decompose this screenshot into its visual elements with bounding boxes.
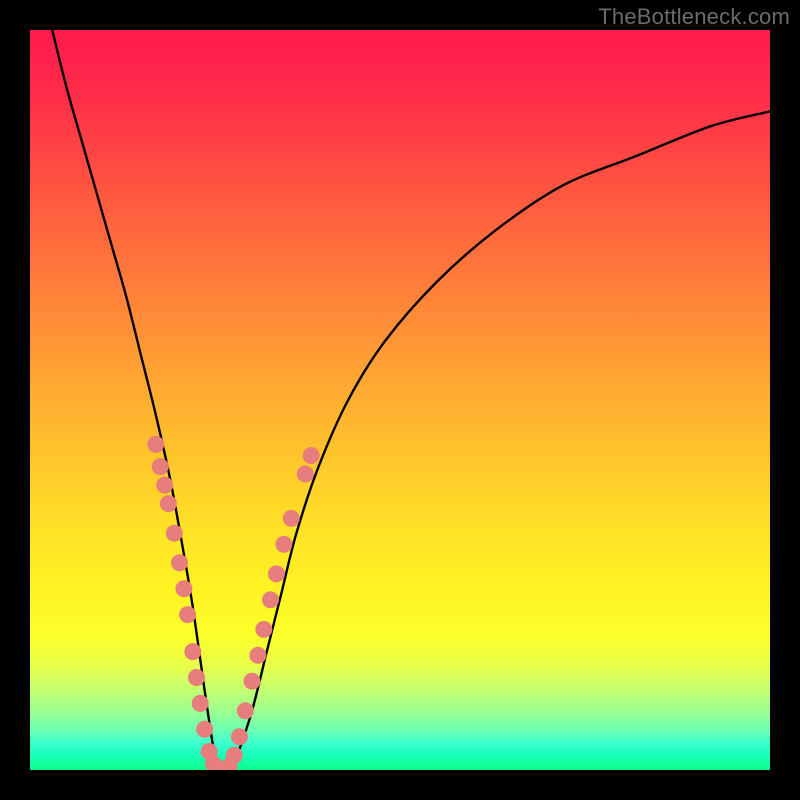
data-marker xyxy=(268,565,285,582)
data-marker xyxy=(147,436,164,453)
data-marker xyxy=(262,591,279,608)
data-marker xyxy=(166,525,183,542)
data-marker xyxy=(237,702,254,719)
data-marker xyxy=(160,495,177,512)
data-marker xyxy=(297,466,314,483)
data-markers xyxy=(147,436,319,770)
data-marker xyxy=(152,458,169,475)
data-marker xyxy=(231,728,248,745)
bottleneck-curve xyxy=(52,30,770,770)
data-marker xyxy=(171,554,188,571)
data-marker xyxy=(179,606,196,623)
outer-frame: TheBottleneck.com xyxy=(0,0,800,800)
data-marker xyxy=(303,447,320,464)
data-marker xyxy=(156,477,173,494)
data-marker xyxy=(175,580,192,597)
data-marker xyxy=(226,747,243,764)
data-marker xyxy=(249,647,266,664)
plot-area xyxy=(30,30,770,770)
data-marker xyxy=(255,621,272,638)
data-marker xyxy=(192,695,209,712)
data-marker xyxy=(244,673,261,690)
data-marker xyxy=(283,510,300,527)
chart-svg xyxy=(30,30,770,770)
data-marker xyxy=(275,536,292,553)
data-marker xyxy=(184,643,201,660)
data-marker xyxy=(196,721,213,738)
watermark-text: TheBottleneck.com xyxy=(598,4,790,30)
data-marker xyxy=(188,669,205,686)
